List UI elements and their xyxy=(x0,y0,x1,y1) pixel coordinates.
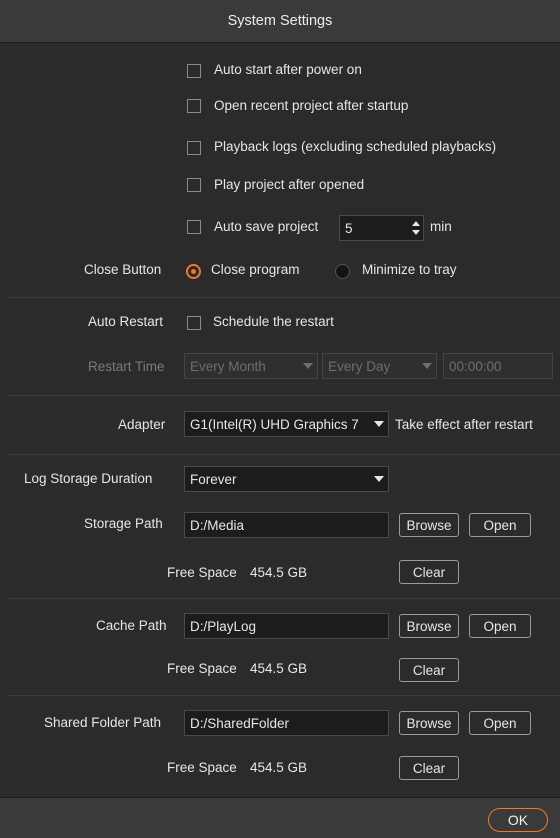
log-storage-value: Forever xyxy=(190,471,237,487)
window-title: System Settings xyxy=(227,13,333,29)
log-storage-select[interactable]: Forever xyxy=(184,466,389,492)
storage-path-label: Storage Path xyxy=(84,516,163,531)
dialog-footer xyxy=(0,797,560,838)
storage-path-field[interactable]: D:/Media xyxy=(184,512,389,538)
spinner-arrows-icon[interactable] xyxy=(412,219,420,237)
log-storage-label: Log Storage Duration xyxy=(24,471,153,486)
shared-browse-button[interactable]: Browse xyxy=(399,711,459,735)
cache-free-label: Free Space xyxy=(167,661,237,676)
storage-path-value: D:/Media xyxy=(190,517,245,533)
auto-restart-label: Auto Restart xyxy=(88,314,164,329)
cache-browse-button[interactable]: Browse xyxy=(399,614,459,638)
divider xyxy=(8,297,560,298)
restart-time-field[interactable]: 00:00:00 xyxy=(443,353,553,379)
shared-open-button[interactable]: Open xyxy=(469,711,531,735)
ok-button[interactable]: OK xyxy=(488,808,548,832)
divider xyxy=(8,454,560,455)
divider xyxy=(8,395,560,396)
shared-path-value: D:/SharedFolder xyxy=(190,715,290,731)
cache-path-value: D:/PlayLog xyxy=(190,618,257,634)
auto-start-label: Auto start after power on xyxy=(214,62,362,77)
play-after-open-checkbox[interactable] xyxy=(187,178,201,192)
divider xyxy=(8,695,560,696)
schedule-restart-label: Schedule the restart xyxy=(213,314,334,329)
divider xyxy=(8,598,560,599)
shared-free-value: 454.5 GB xyxy=(250,760,308,775)
storage-free-value: 454.5 GB xyxy=(250,565,308,580)
minimize-tray-radio[interactable] xyxy=(335,264,350,279)
auto-save-value: 5 xyxy=(345,220,353,236)
chevron-down-icon xyxy=(303,363,313,369)
chevron-down-icon xyxy=(374,476,384,482)
storage-open-button[interactable]: Open xyxy=(469,513,531,537)
storage-browse-button[interactable]: Browse xyxy=(399,513,459,537)
close-program-radio[interactable] xyxy=(186,264,201,279)
close-button-label: Close Button xyxy=(84,262,162,277)
auto-save-spinbox[interactable]: 5 xyxy=(339,215,424,241)
auto-start-checkbox[interactable] xyxy=(187,64,201,78)
adapter-note: Take effect after restart xyxy=(395,417,533,432)
restart-day-select[interactable]: Every Day xyxy=(322,353,437,379)
minimize-tray-label: Minimize to tray xyxy=(362,262,457,277)
storage-free-label: Free Space xyxy=(167,565,237,580)
cache-open-button[interactable]: Open xyxy=(469,614,531,638)
chevron-down-icon xyxy=(374,421,384,427)
shared-clear-button[interactable]: Clear xyxy=(399,756,459,780)
auto-save-unit: min xyxy=(430,219,452,234)
auto-save-checkbox[interactable] xyxy=(187,220,201,234)
chevron-down-icon xyxy=(422,363,432,369)
adapter-value: G1(Intel(R) UHD Graphics 7 xyxy=(190,416,359,432)
restart-month-select[interactable]: Every Month xyxy=(184,353,318,379)
playback-logs-checkbox[interactable] xyxy=(187,141,201,155)
shared-path-field[interactable]: D:/SharedFolder xyxy=(184,710,389,736)
play-after-open-label: Play project after opened xyxy=(214,177,365,192)
cache-path-label: Cache Path xyxy=(96,618,167,633)
restart-time-value: 00:00:00 xyxy=(449,358,502,374)
adapter-select[interactable]: G1(Intel(R) UHD Graphics 7 xyxy=(184,411,389,437)
shared-path-label: Shared Folder Path xyxy=(44,715,162,730)
restart-time-label: Restart Time xyxy=(88,359,165,374)
cache-clear-button[interactable]: Clear xyxy=(399,658,459,682)
restart-day-value: Every Day xyxy=(328,358,391,374)
cache-path-field[interactable]: D:/PlayLog xyxy=(184,613,389,639)
close-program-label: Close program xyxy=(211,262,300,277)
auto-save-label: Auto save project xyxy=(214,219,319,234)
cache-free-value: 454.5 GB xyxy=(250,661,308,676)
schedule-restart-checkbox[interactable] xyxy=(187,316,201,330)
storage-clear-button[interactable]: Clear xyxy=(399,560,459,584)
adapter-label: Adapter xyxy=(118,417,166,432)
shared-free-label: Free Space xyxy=(167,760,237,775)
playback-logs-label: Playback logs (excluding scheduled playb… xyxy=(214,139,497,154)
title-bar: System Settings xyxy=(0,0,560,43)
restart-month-value: Every Month xyxy=(190,358,266,374)
open-recent-checkbox[interactable] xyxy=(187,99,201,113)
open-recent-label: Open recent project after startup xyxy=(214,98,409,113)
